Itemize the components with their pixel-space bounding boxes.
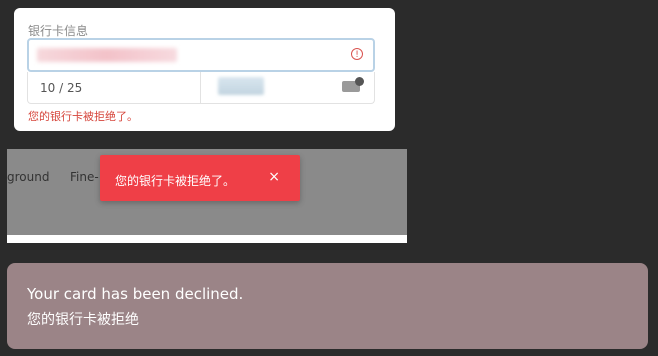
card-number-field[interactable]: ! [27,38,375,72]
card-details-row: 10 / 25 [27,72,375,104]
toast-message: 您的银行卡被拒绝了。 [115,174,236,188]
banner-chinese-text: 您的银行卡被拒绝 [27,312,139,328]
payment-card: 银行卡信息 ! 10 / 25 您的银行卡被拒绝了。 [14,8,395,131]
banner-english-text: Your card has been declined. [27,285,244,303]
card-info-title: 银行卡信息 [28,24,89,38]
row-divider [200,72,201,103]
warning-icon: ! [351,48,363,60]
decline-banner: Your card has been declined. 您的银行卡被拒绝 [7,263,648,349]
background-panel-bottom [7,235,407,243]
error-toast: 您的银行卡被拒绝了。 × [100,155,300,201]
card-error-message: 您的银行卡被拒绝了。 [28,110,138,123]
close-icon[interactable]: × [268,169,280,185]
cvc-card-icon [342,77,364,92]
expiry-field[interactable]: 10 / 25 [40,81,82,95]
card-number-masked [37,48,177,62]
tab-label-fine[interactable]: Fine- [70,170,99,184]
tab-label-ground[interactable]: ground [7,170,49,184]
cvc-field[interactable] [218,77,264,95]
